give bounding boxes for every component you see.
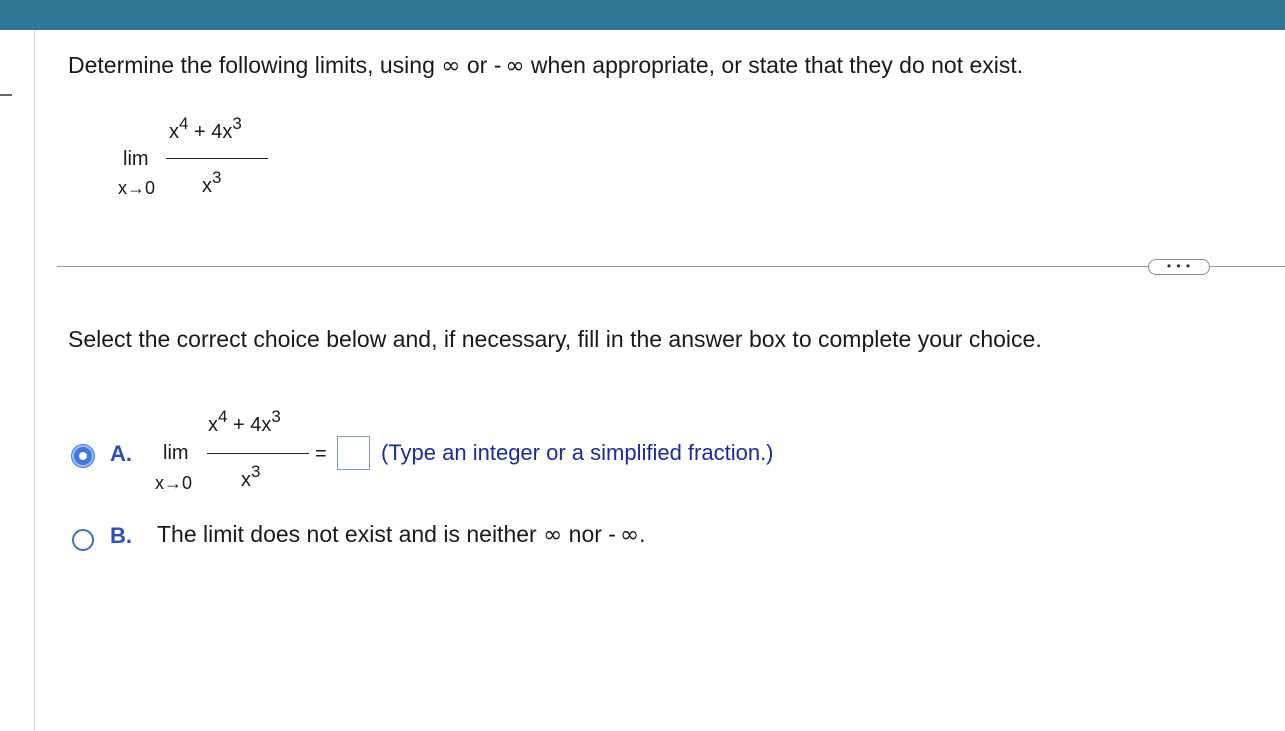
numerator-plus-term: + 4x [194, 121, 233, 143]
choice-b-text[interactable]: The limit does not exist and is neither … [157, 521, 646, 548]
lim-approach: x→0 [118, 178, 156, 198]
lim-approach: x→0 [155, 473, 193, 493]
choice-a-radio[interactable] [72, 445, 94, 467]
numerator-term-exponent: 3 [232, 114, 242, 133]
choice-b-prefix: The limit does not exist and is neither [157, 521, 537, 547]
numerator-plus-term: + 4x [233, 414, 272, 436]
denominator-x-exponent: 3 [212, 168, 222, 187]
question-suffix: when appropriate, or state that they do … [530, 52, 1024, 78]
denominator-x: x [202, 175, 212, 197]
lim-label: lim [163, 442, 189, 464]
choice-b-letter[interactable]: B. [110, 523, 132, 549]
denominator-x: x [241, 469, 251, 491]
instruction-text: Select the correct choice below and, if … [68, 326, 1042, 352]
neg-infinity-symbol: ∞ [505, 53, 525, 79]
answer-input-box[interactable] [337, 436, 370, 470]
left-edge-marker [0, 94, 12, 96]
denominator-x-exponent: 3 [251, 462, 261, 481]
section-divider [57, 266, 1285, 267]
more-options-button[interactable]: • • • [1148, 259, 1210, 275]
numerator-x: x [169, 121, 179, 143]
choice-a-letter[interactable]: A. [110, 441, 132, 467]
top-bar [0, 0, 1285, 30]
left-border [34, 30, 35, 731]
question-or: or [466, 52, 488, 78]
choice-b-radio[interactable] [72, 529, 94, 551]
minus-sign: - [608, 521, 616, 547]
fraction-numerator: x4 + 4x3 [208, 408, 281, 437]
numerator-x-exponent: 4 [218, 407, 228, 426]
fraction-numerator: x4 + 4x3 [169, 115, 242, 144]
neg-infinity-symbol: ∞ [619, 522, 640, 548]
fraction-bar [166, 158, 268, 159]
numerator-x-exponent: 4 [179, 114, 189, 133]
infinity-symbol: ∞ [441, 53, 461, 79]
equals-sign: = [315, 443, 327, 465]
period: . [639, 521, 646, 547]
fraction-denominator: x3 [241, 463, 260, 492]
answer-hint: (Type an integer or a simplified fractio… [381, 440, 774, 465]
question-prefix: Determine the following limits, using [68, 52, 435, 78]
question-prompt: Determine the following limits, using ∞ … [68, 52, 1023, 79]
fraction-denominator: x3 [202, 169, 221, 198]
lim-label: lim [123, 148, 149, 170]
infinity-symbol: ∞ [543, 522, 563, 548]
numerator-x: x [208, 414, 218, 436]
choice-b-nor: nor [568, 521, 602, 547]
numerator-term-exponent: 3 [271, 407, 281, 426]
minus-sign: - [493, 52, 502, 78]
fraction-bar [207, 453, 309, 454]
